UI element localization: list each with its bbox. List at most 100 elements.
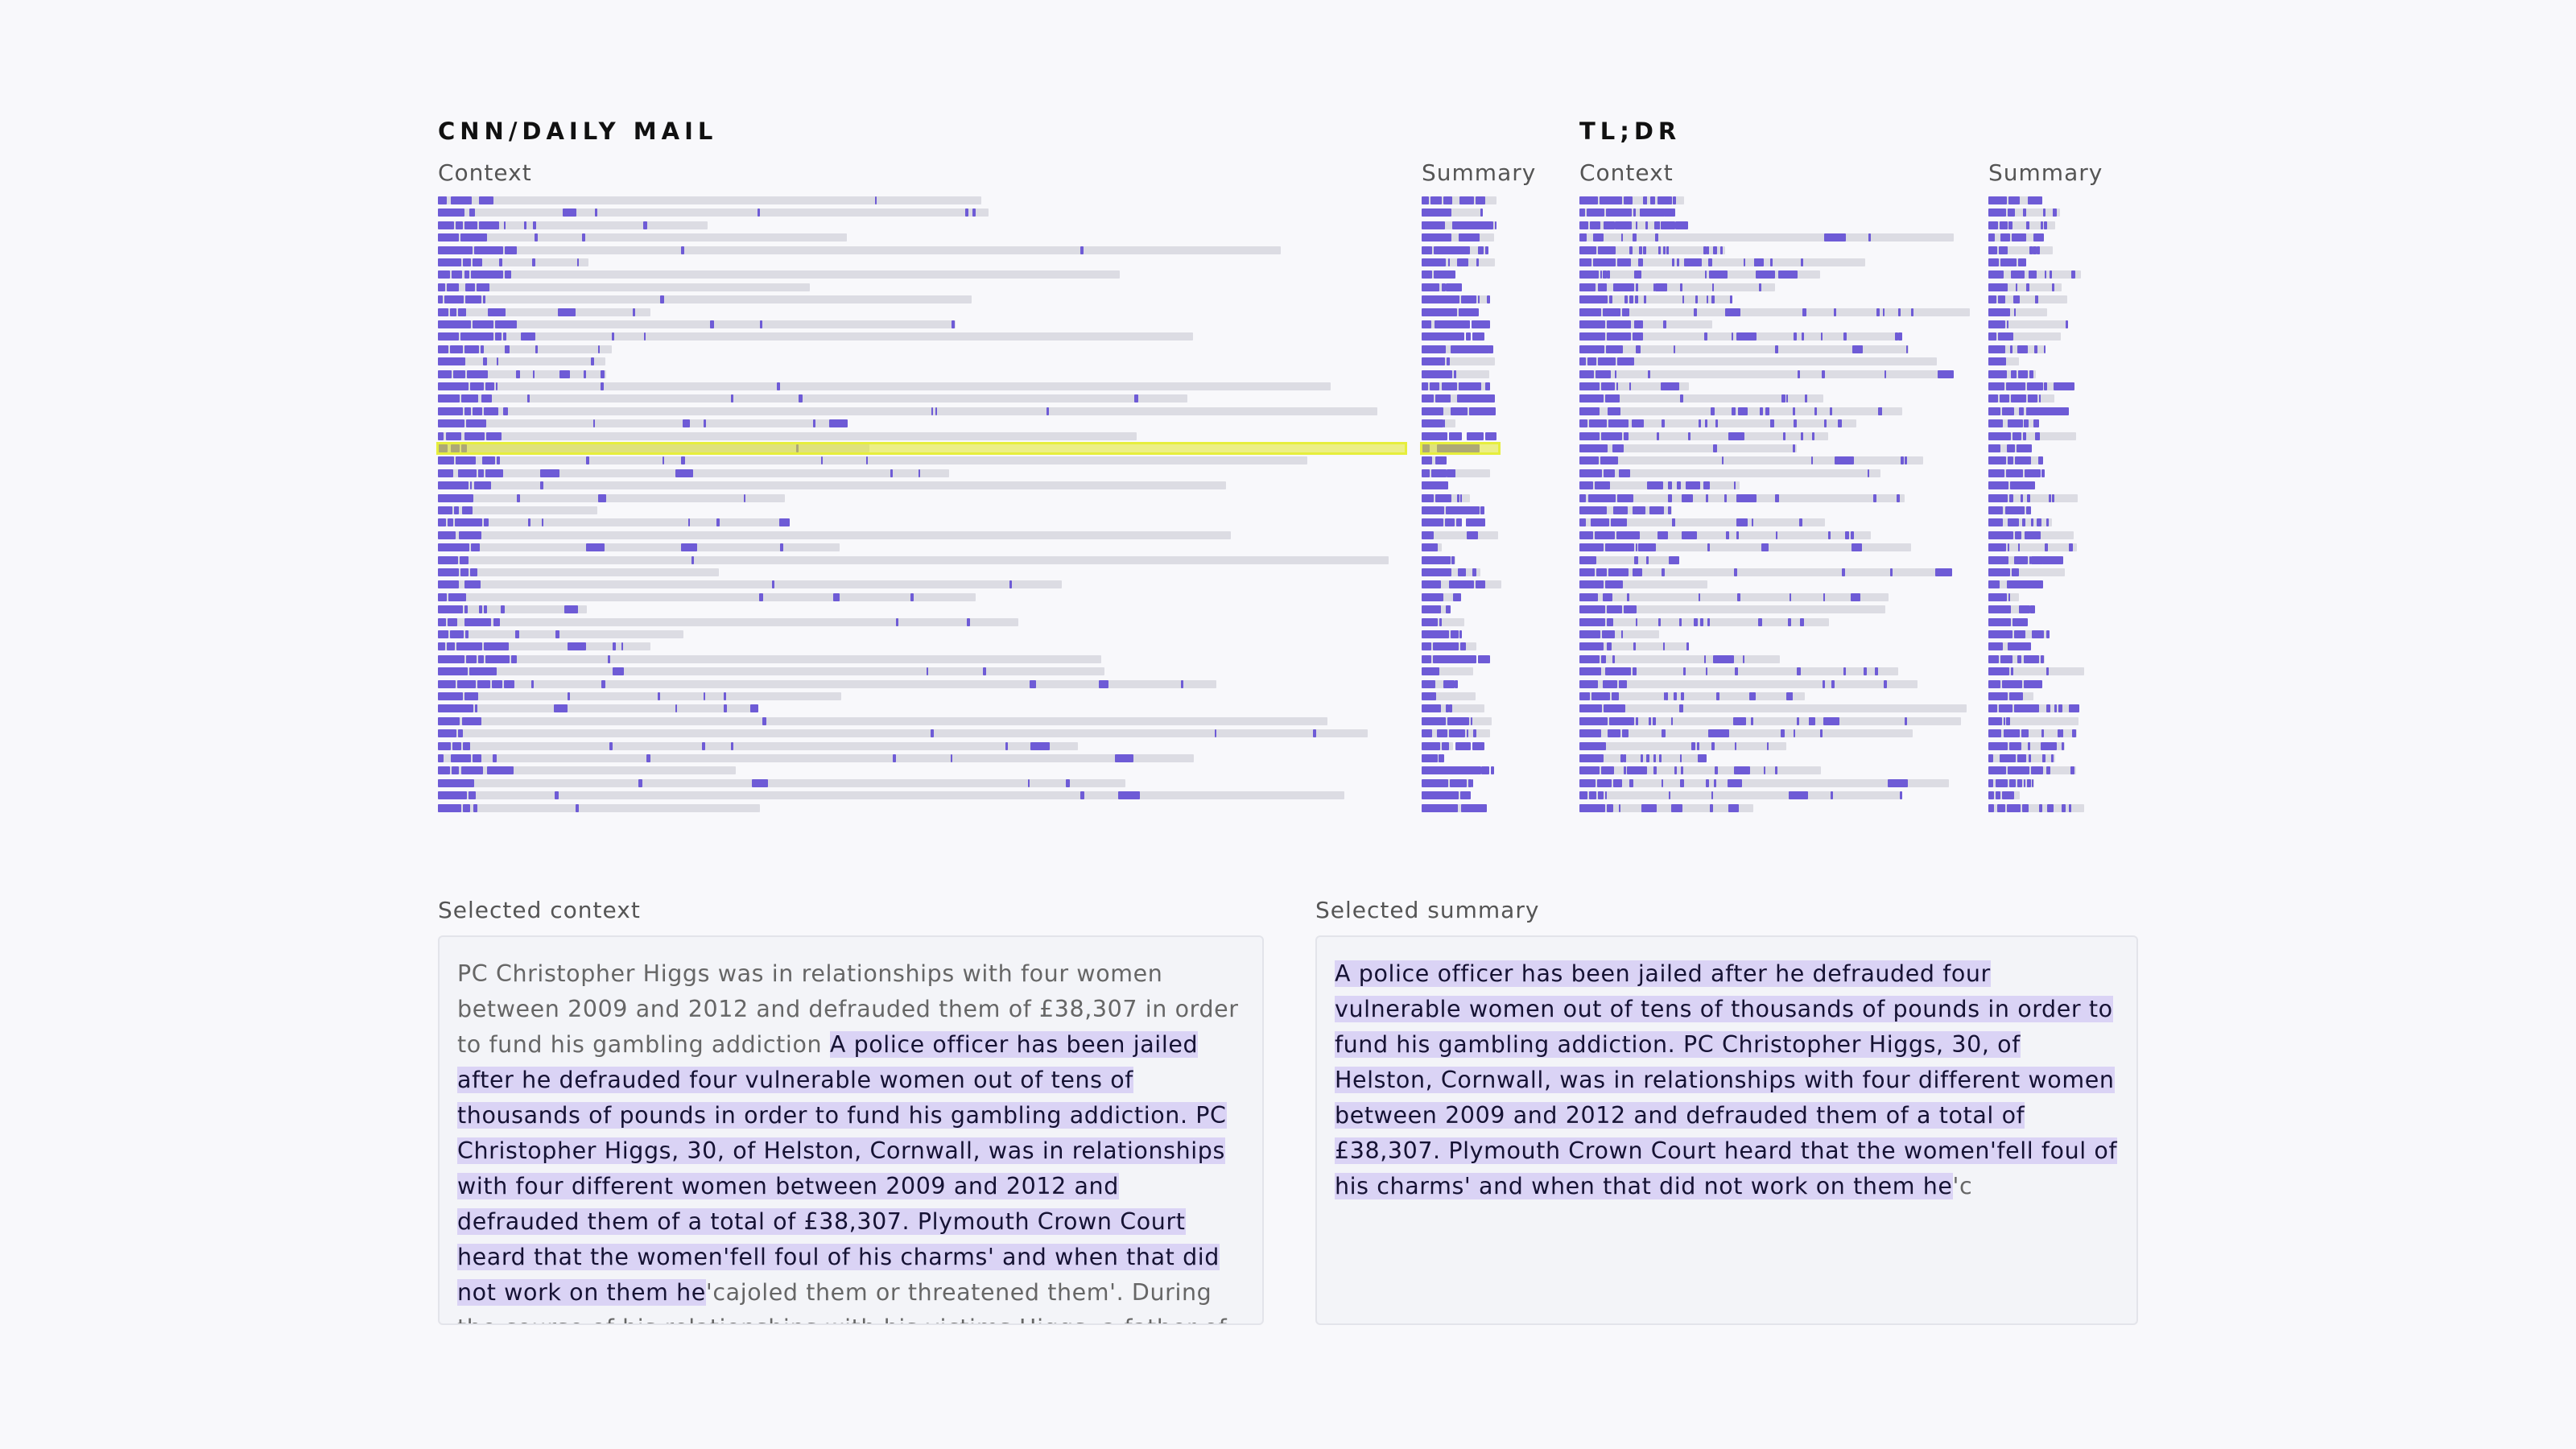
copied-segment — [1850, 592, 1860, 601]
copied-segment — [462, 741, 470, 750]
copied-segment — [1579, 345, 1605, 353]
copied-segment — [1988, 283, 2008, 291]
cnn-summary-rows[interactable] — [1420, 196, 1510, 816]
copied-segment — [1748, 692, 1753, 700]
novel-segment — [1579, 679, 1918, 688]
copied-segment — [1593, 258, 1616, 266]
copied-segment — [1824, 419, 1827, 428]
copied-segment — [1579, 754, 1604, 762]
copied-segment — [438, 320, 472, 328]
copied-segment — [2028, 741, 2030, 750]
copied-segment — [438, 605, 464, 614]
copied-segment — [1422, 667, 1440, 676]
copied-segment — [471, 270, 503, 279]
copied-segment — [2006, 444, 2016, 452]
copied-segment — [438, 469, 453, 477]
copied-segment — [1722, 456, 1724, 465]
copied-segment — [1030, 741, 1051, 750]
copied-segment — [1681, 766, 1683, 775]
copied-segment — [1215, 729, 1217, 738]
copied-segment — [1647, 369, 1650, 378]
copied-segment — [1707, 543, 1710, 552]
copied-segment — [2010, 394, 2026, 403]
copied-segment — [1673, 196, 1676, 204]
copied-segment — [1458, 233, 1480, 242]
copied-segment — [2037, 518, 2041, 527]
copied-segment — [464, 580, 481, 589]
copied-segment — [1606, 605, 1623, 614]
tldr-context-rows[interactable] — [1579, 196, 1974, 816]
copied-segment — [2017, 345, 2029, 353]
copied-segment — [438, 208, 464, 217]
copied-segment — [1662, 568, 1666, 576]
copied-segment — [1579, 208, 1585, 217]
copied-segment — [1579, 716, 1608, 725]
copied-segment — [1736, 332, 1757, 341]
copied-segment — [1793, 419, 1797, 428]
copied-segment — [504, 679, 514, 688]
copied-segment — [1856, 592, 1859, 601]
copied-segment — [1823, 716, 1839, 725]
copied-segment — [1935, 568, 1953, 576]
copied-segment — [1720, 246, 1723, 254]
copied-segment — [1612, 654, 1615, 663]
copied-segment — [2050, 754, 2054, 762]
copied-segment — [1422, 208, 1451, 217]
copied-segment — [1775, 766, 1777, 775]
copied-segment — [473, 258, 483, 266]
copied-segment — [1988, 456, 2006, 465]
copied-segment — [469, 667, 497, 676]
copied-segment — [1603, 221, 1616, 229]
novel-segment — [438, 592, 976, 601]
copied-segment — [967, 617, 970, 626]
cnn-context-rows[interactable] — [436, 196, 1407, 816]
copied-segment — [486, 766, 514, 775]
copied-segment — [2018, 369, 2029, 378]
copied-segment — [1629, 246, 1633, 254]
novel-segment — [438, 692, 842, 700]
copied-segment — [2030, 518, 2033, 527]
copied-segment — [1905, 456, 1907, 465]
summary-column-label-tldr: Summary — [1988, 159, 2103, 186]
copied-segment — [1636, 543, 1638, 552]
copied-segment — [1662, 196, 1666, 204]
copied-segment — [1579, 679, 1598, 688]
copied-segment — [438, 332, 460, 341]
copied-segment — [1485, 345, 1489, 353]
copied-segment — [1732, 654, 1734, 663]
copied-segment — [1623, 196, 1633, 204]
copied-segment — [1443, 196, 1453, 204]
copied-segment — [2013, 295, 2020, 304]
copied-segment — [469, 791, 477, 800]
copied-segment — [675, 469, 693, 477]
copied-segment — [2001, 407, 2014, 415]
copied-segment — [2013, 630, 2025, 638]
copied-segment — [1679, 754, 1682, 762]
novel-segment — [438, 283, 811, 291]
copied-segment — [460, 568, 469, 576]
copied-segment — [1898, 308, 1901, 316]
copied-segment — [895, 617, 898, 626]
novel-segment — [1579, 791, 1901, 800]
copied-segment — [1673, 345, 1676, 353]
copied-segment — [553, 704, 568, 713]
copied-segment — [1451, 221, 1494, 229]
copied-segment — [1988, 506, 2004, 514]
copied-segment — [1705, 778, 1710, 787]
copied-segment — [447, 617, 458, 626]
copied-segment — [2006, 469, 2024, 477]
copied-segment — [1422, 754, 1439, 762]
copied-segment — [1730, 295, 1732, 304]
copied-segment — [1422, 803, 1458, 812]
tldr-summary-rows[interactable] — [1988, 196, 2093, 816]
copied-segment — [464, 345, 479, 353]
copied-segment — [1613, 283, 1616, 291]
copied-segment — [469, 568, 478, 576]
copied-segment — [1579, 270, 1599, 279]
copied-segment — [438, 642, 445, 651]
copied-segment — [2041, 729, 2044, 738]
copied-segment — [1724, 493, 1727, 502]
copied-segment — [2070, 766, 2074, 775]
copied-segment — [731, 394, 734, 403]
copied-segment — [1455, 741, 1471, 750]
